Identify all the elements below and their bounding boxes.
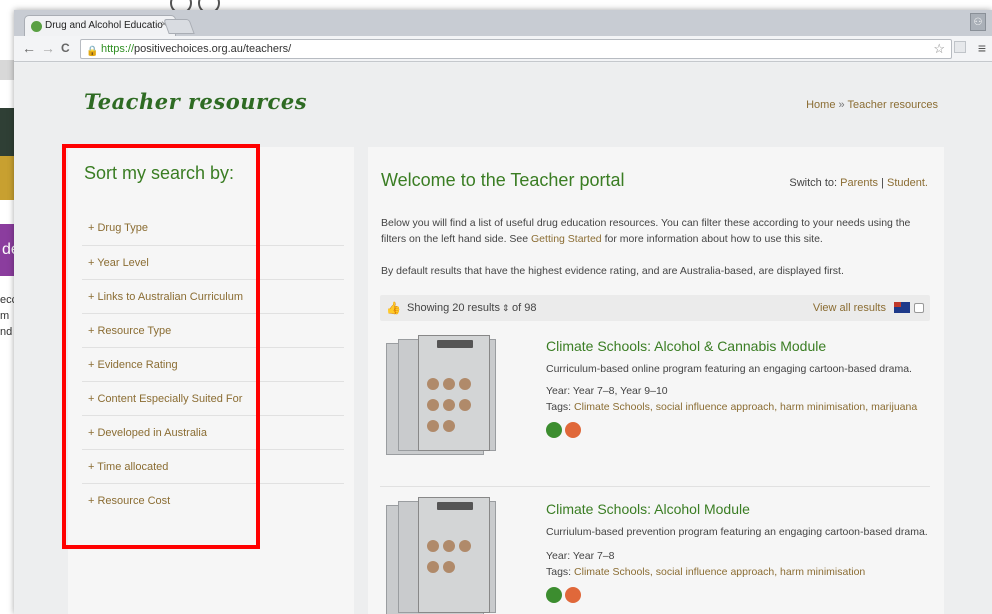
tags-label: Tags: — [546, 566, 572, 578]
switch-parents-link[interactable]: Parents — [840, 177, 878, 189]
default-order-note: By default results that have the highest… — [381, 265, 844, 277]
resource-tags: Tags: Climate Schools, social influence … — [546, 566, 865, 578]
breadcrumb-home-link[interactable]: Home — [806, 99, 835, 111]
australia-filter-checkbox[interactable] — [914, 303, 924, 313]
back-button[interactable]: ← — [22, 40, 36, 56]
getting-started-link[interactable]: Getting Started — [531, 233, 602, 245]
evidence-badge-icon — [546, 422, 562, 438]
resource-description: Curriculum-based online program featurin… — [546, 363, 912, 375]
intro-paragraph: Below you will find a list of useful dru… — [381, 215, 931, 247]
switch-separator: | — [881, 177, 884, 189]
window-controls-icon — [170, 0, 240, 14]
switch-student-link[interactable]: Student. — [887, 177, 928, 189]
breadcrumb: Home » Teacher resources — [806, 99, 938, 111]
resource-thumbnail[interactable] — [380, 497, 530, 614]
extension-icon[interactable] — [954, 41, 966, 53]
address-bar[interactable]: 🔒 https://positivechoices.org.au/teacher… — [80, 39, 952, 59]
tab-strip: Drug and Alcohol Educatio × ⚇ — [14, 10, 992, 36]
tag-links[interactable]: Climate Schools, social influence approa… — [574, 566, 865, 578]
thumbs-up-icon: 👍 — [386, 301, 401, 315]
intro-text: for more information about how to use th… — [604, 233, 823, 245]
reload-button[interactable]: C — [61, 41, 70, 55]
favicon-icon — [31, 21, 42, 32]
resource-tags: Tags: Climate Schools, social influence … — [546, 401, 917, 413]
evidence-badge-icon — [546, 587, 562, 603]
tags-label: Tags: — [546, 401, 572, 413]
australia-flag-icon — [894, 302, 910, 313]
breadcrumb-separator: » — [838, 99, 845, 111]
resource-year: Year: Year 7–8, Year 9–10 — [546, 385, 668, 397]
portal-heading: Welcome to the Teacher portal — [381, 170, 625, 190]
view-all-results-link[interactable]: View all results — [813, 295, 886, 321]
resource-year: Year: Year 7–8 — [546, 550, 615, 562]
page-title: Teacher resources — [84, 89, 308, 114]
tag-links[interactable]: Climate Schools, social influence approa… — [574, 401, 917, 413]
url-text: positivechoices.org.au/teachers/ — [134, 43, 292, 55]
australia-badge-icon — [565, 422, 581, 438]
highlight-box — [62, 144, 260, 549]
switch-label: Switch to: — [789, 177, 838, 189]
australia-badge-icon — [565, 587, 581, 603]
resource-thumbnail[interactable] — [380, 335, 530, 455]
user-profile-icon[interactable]: ⚇ — [970, 13, 986, 31]
resource-title-link[interactable]: Climate Schools: Alcohol & Cannabis Modu… — [546, 338, 826, 354]
main-content: Welcome to the Teacher portal Switch to:… — [368, 147, 944, 614]
browser-menu-icon[interactable]: ≡ — [978, 40, 986, 56]
resource-badges — [546, 422, 584, 443]
browser-tab[interactable]: Drug and Alcohol Educatio × — [24, 15, 176, 36]
tab-title: Drug and Alcohol Educatio — [45, 20, 163, 31]
resource-card: Climate Schools: Alcohol Module Curriulu… — [380, 486, 930, 614]
forward-button[interactable]: → — [41, 40, 55, 56]
bookmark-star-icon[interactable]: ☆ — [933, 40, 945, 58]
results-count: Showing 20 results — [407, 302, 500, 314]
resource-badges — [546, 587, 584, 608]
lock-icon: 🔒 — [86, 46, 99, 57]
resource-card: Climate Schools: Alcohol & Cannabis Modu… — [380, 335, 930, 475]
new-tab-button[interactable] — [163, 19, 195, 34]
browser-toolbar: ← → C 🔒 https://positivechoices.org.au/t… — [14, 36, 992, 62]
results-bar: 👍 Showing 20 results ⇕ of 98 View all re… — [380, 295, 930, 321]
breadcrumb-current: Teacher resources — [847, 99, 939, 111]
audience-switch: Switch to: Parents | Student. — [789, 177, 928, 189]
results-per-page-select[interactable]: ⇕ — [502, 295, 510, 321]
results-total: of 98 — [512, 302, 537, 314]
resource-title-link[interactable]: Climate Schools: Alcohol Module — [546, 501, 750, 517]
url-scheme: https:// — [101, 43, 135, 55]
resource-description: Curriulum-based prevention program featu… — [546, 526, 928, 538]
